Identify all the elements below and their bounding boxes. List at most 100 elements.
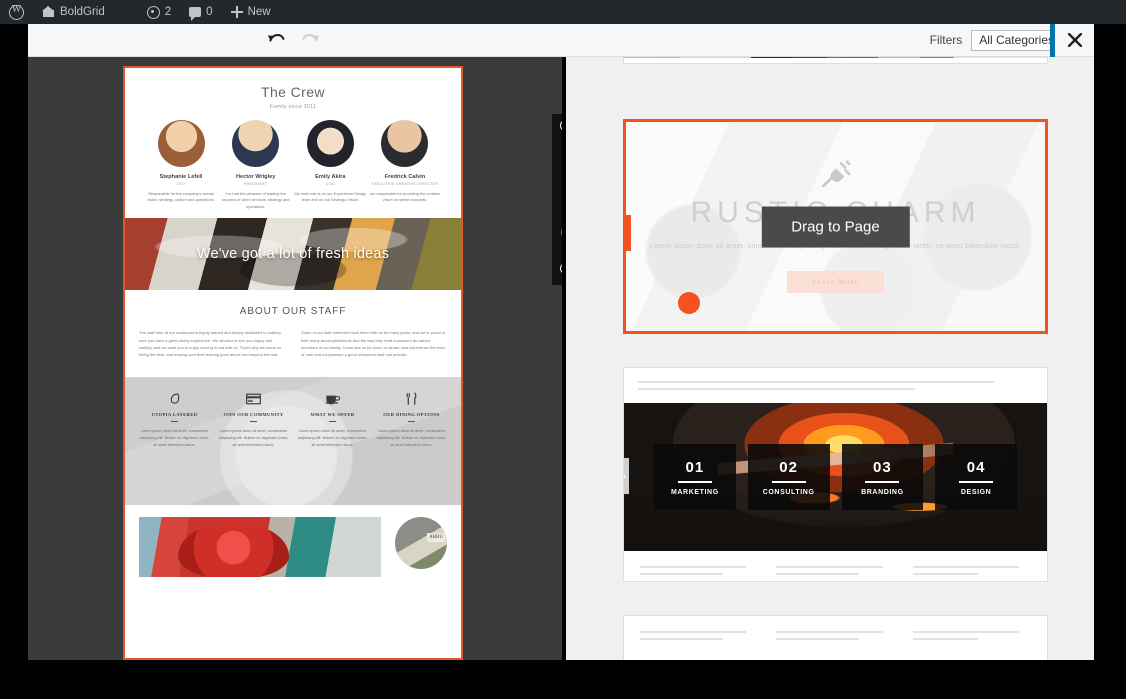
plug-icon xyxy=(821,160,851,188)
item-number: 03 xyxy=(873,458,892,476)
move-icon xyxy=(626,232,627,234)
crew-member-row: Stephanie Lefell CEO Responsible for the… xyxy=(131,110,455,210)
member-desc: Responsible for the company's overall vi… xyxy=(147,191,215,203)
block-fire-background: 01 MARKETING 02 CONSULTING 03 BRANDING 0… xyxy=(624,403,1047,551)
block-card-bottom[interactable] xyxy=(623,615,1048,660)
block-placeholder-bottom xyxy=(624,551,1047,581)
close-button[interactable] xyxy=(1055,24,1094,57)
feature-item: JOIN OUR COMMUNITY Lorem ipsum dolor sit… xyxy=(214,391,293,505)
filters-label: Filters xyxy=(929,33,963,47)
block-card-numbered-services[interactable]: 01 MARKETING 02 CONSULTING 03 BRANDING 0… xyxy=(623,367,1048,582)
numbered-item: 02 CONSULTING xyxy=(747,444,830,510)
section-the-crew: The Crew Family since 2011 Stephanie Lef… xyxy=(125,68,461,219)
frame-left-edge xyxy=(0,24,28,675)
editor-toolbar: Filters All Categories xyxy=(28,24,1094,57)
crew-member: Stephanie Lefell CEO Responsible for the… xyxy=(145,120,217,210)
learn-more-button[interactable]: Learn More xyxy=(787,271,884,293)
feature-item: UTOPIA LAYERED Lorem ipsum dolor sit ame… xyxy=(135,391,214,505)
item-divider xyxy=(677,480,712,483)
crew-member: Fredrick Calvin EXECUTIVE CREATIVE DIREC… xyxy=(369,120,441,210)
comments-count: 0 xyxy=(206,6,213,18)
item-label: BRANDING xyxy=(861,488,904,496)
member-desc: am responsible for providing the creativ… xyxy=(369,191,440,203)
feature-title: OUR DINING OPTIONS xyxy=(383,411,440,417)
site-preview-frame[interactable]: The Crew Family since 2011 Stephanie Lef… xyxy=(123,66,463,660)
adminbar-new[interactable]: New xyxy=(222,0,280,24)
adminbar-wp-logo[interactable] xyxy=(0,0,33,24)
updates-count: 2 xyxy=(164,6,172,18)
comment-icon xyxy=(189,7,202,21)
crew-title: The Crew xyxy=(261,84,325,100)
item-number: 01 xyxy=(685,458,705,476)
section-hero-banner: We've got a lot of fresh ideas xyxy=(125,218,461,291)
wp-admin-bar: BoldGrid 2 0 New xyxy=(0,0,1126,24)
leaf-icon xyxy=(138,391,211,407)
feature-item: WHAT WE OFFER Lorem ipsum dolor sit amet… xyxy=(293,391,372,505)
blocks-library-pane[interactable]: RUSTIC CHARM Lorem ipsum dolor sit amet,… xyxy=(566,57,1094,660)
crew-member: Emily Akira COO My main role is on our E… xyxy=(294,120,366,210)
item-label: DESIGN xyxy=(960,488,992,496)
section-features: UTOPIA LAYERED Lorem ipsum dolor sit ame… xyxy=(125,376,461,505)
block-drag-handle[interactable] xyxy=(626,215,631,251)
member-name: Hector Wrigley xyxy=(235,174,276,180)
undo-arrow-icon xyxy=(267,33,284,42)
item-number: 02 xyxy=(779,458,798,476)
feature-divider xyxy=(250,420,257,423)
zoom-in-icon[interactable] xyxy=(559,120,562,135)
member-desc: My main role is on our Experience Design… xyxy=(294,191,367,203)
adminbar-site-name[interactable]: BoldGrid xyxy=(33,0,114,24)
plus-icon xyxy=(230,6,243,18)
fork-knife-icon xyxy=(375,391,448,407)
move-icon xyxy=(624,474,626,478)
block-drag-handle[interactable] xyxy=(624,458,629,494)
about-columns: The staff here at our restaurant is high… xyxy=(139,329,447,359)
member-name: Emily Akira xyxy=(315,174,346,180)
about-heading: ABOUT OUR STAFF xyxy=(239,306,347,318)
block-thumbnail-image xyxy=(624,57,1047,58)
updates-icon xyxy=(146,5,160,19)
category-select-value: All Categories xyxy=(979,33,1054,47)
close-icon xyxy=(1067,33,1082,47)
section-bottom-images xyxy=(125,504,461,577)
adminbar-comments[interactable]: 0 xyxy=(180,0,221,24)
about-col-2: Some of our staff members have been with… xyxy=(301,330,446,358)
boldgrid-block-editor: BoldGrid 2 0 New xyxy=(0,0,1126,699)
avatar xyxy=(381,120,429,167)
feature-desc: Lorem ipsum dolor sit amet, consectetur … xyxy=(297,429,368,448)
block-card-top[interactable] xyxy=(623,57,1048,64)
crew-member: Hector Wrigley PRESIDENT I've had the pl… xyxy=(220,120,292,210)
home-icon xyxy=(42,6,55,18)
frame-bottom-edge xyxy=(0,660,1126,699)
block-placeholder-top xyxy=(624,368,1047,403)
feature-divider xyxy=(171,420,178,423)
avatar xyxy=(157,120,205,167)
member-name: Stephanie Lefell xyxy=(159,174,203,180)
feature-desc: Lorem ipsum dolor sit amet, consectetur … xyxy=(218,429,289,448)
feature-divider xyxy=(408,420,415,423)
item-divider xyxy=(771,480,806,483)
credit-card-icon xyxy=(217,391,290,407)
item-label: MARKETING xyxy=(670,488,719,496)
zoom-slider-control[interactable] xyxy=(552,114,562,285)
block-placeholder-bottom xyxy=(624,616,1047,655)
zoom-out-icon[interactable] xyxy=(559,263,562,278)
redo-arrow-icon xyxy=(302,33,319,42)
redo-button[interactable] xyxy=(293,24,327,57)
feature-row: UTOPIA LAYERED Lorem ipsum dolor sit ame… xyxy=(125,377,461,505)
avatar xyxy=(306,120,354,167)
feature-title: WHAT WE OFFER xyxy=(310,411,355,417)
site-preview-pane[interactable]: The Crew Family since 2011 Stephanie Lef… xyxy=(28,57,562,660)
section-about-our-staff: ABOUT OUR STAFF The staff here at our re… xyxy=(125,290,461,377)
zoom-slider-handle[interactable] xyxy=(560,226,562,240)
signpost-image xyxy=(395,516,447,569)
coffee-cup-icon xyxy=(296,391,369,407)
undo-button[interactable] xyxy=(259,24,293,57)
drag-to-page-tooltip: Drag to Page xyxy=(761,206,910,247)
item-divider xyxy=(959,480,994,483)
member-role: CEO xyxy=(176,182,186,186)
adminbar-updates[interactable]: 2 xyxy=(138,0,180,24)
frame-right-edge xyxy=(1094,24,1126,675)
block-card-rustic-charm[interactable]: RUSTIC CHARM Lorem ipsum dolor sit amet,… xyxy=(623,119,1048,334)
numbered-item: 03 BRANDING xyxy=(841,444,924,510)
hero-banner-text: We've got a lot of fresh ideas xyxy=(196,246,390,263)
